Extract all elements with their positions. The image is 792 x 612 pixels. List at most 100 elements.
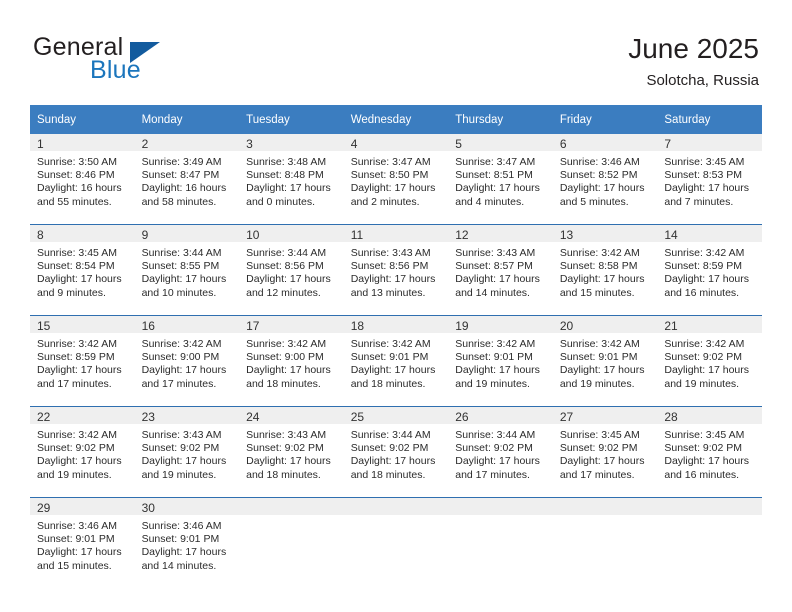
calendar-day-cell[interactable]: 18 Sunrise: 3:42 AM Sunset: 9:01 PM Dayligh… (343, 315, 449, 396)
day-details (553, 515, 658, 578)
calendar-day-cell[interactable]: 3 Sunrise: 3:48 AM Sunset: 8:48 PM Daylight… (239, 134, 344, 214)
calendar-day-cell[interactable]: 21 Sunrise: 3:42 AM Sunset: 9:02 PM Dayligh… (657, 315, 762, 396)
calendar-week-row: 8 Sunrise: 3:45 AM Sunset: 8:54 PM Daylight… (30, 224, 762, 305)
daylight-duration-line1: Daylight: 17 hours (246, 364, 331, 377)
sunrise-time: Sunrise: 3:44 AM (141, 247, 222, 259)
sunset-time: Sunset: 8:54 PM (37, 260, 115, 273)
sunset-time: Sunset: 8:53 PM (664, 169, 743, 182)
calendar-day-cell[interactable]: 28 Sunrise: 3:45 AM Sunset: 9:02 PM Dayligh… (657, 406, 762, 487)
daylight-duration-line2: and 16 minutes. (664, 468, 740, 481)
calendar-day-cell[interactable]: 22 Sunrise: 3:42 AM Sunset: 9:02 PM Dayligh… (30, 406, 135, 487)
calendar-day-cell[interactable]: 19 Sunrise: 3:42 AM Sunset: 9:01 PM Dayligh… (448, 315, 553, 396)
calendar-day-cell[interactable]: 10 Sunrise: 3:44 AM Sunset: 8:56 PM Dayligh… (239, 224, 344, 305)
sunset-time: Sunset: 9:02 PM (559, 442, 638, 455)
calendar-day-cell[interactable]: 5 Sunrise: 3:47 AM Sunset: 8:51 PM Daylight… (448, 134, 553, 214)
day-details: Sunrise: 3:42 AM Sunset: 9:01 PM Daylight:… (344, 333, 449, 396)
daylight-duration-line1: Daylight: 17 hours (559, 182, 645, 195)
daylight-duration-line2: and 17 minutes. (559, 468, 635, 481)
calendar-day-cell-empty (552, 497, 658, 578)
week-spacer-cell (30, 487, 762, 498)
day-number (343, 498, 449, 515)
daylight-duration-line1: Daylight: 17 hours (350, 364, 436, 377)
day-details: Sunrise: 3:42 AM Sunset: 9:00 PM Daylight:… (239, 333, 344, 396)
day-details: Sunrise: 3:45 AM Sunset: 9:02 PM Daylight:… (553, 424, 658, 487)
calendar-day-cell[interactable]: 13 Sunrise: 3:42 AM Sunset: 8:58 PM Dayligh… (552, 224, 658, 305)
day-details: Sunrise: 3:49 AM Sunset: 8:47 PM Daylight:… (135, 151, 240, 214)
week-spacer (30, 487, 762, 498)
brand-logo[interactable]: General Blue (33, 33, 243, 89)
daylight-duration-line1: Daylight: 17 hours (246, 273, 331, 286)
sunset-time: Sunset: 9:00 PM (141, 351, 220, 364)
calendar-day-cell[interactable]: 16 Sunrise: 3:42 AM Sunset: 9:00 PM Dayligh… (134, 315, 240, 396)
daylight-duration-line2: and 16 minutes. (664, 286, 740, 299)
daylight-duration-line1: Daylight: 17 hours (350, 455, 436, 468)
calendar-day-cell[interactable]: 29 Sunrise: 3:46 AM Sunset: 9:01 PM Dayligh… (30, 497, 135, 578)
day-details: Sunrise: 3:42 AM Sunset: 9:02 PM Daylight:… (657, 333, 762, 396)
daylight-duration-line1: Daylight: 17 hours (350, 273, 436, 286)
calendar-day-cell[interactable]: 14 Sunrise: 3:42 AM Sunset: 8:59 PM Dayligh… (657, 224, 762, 305)
sunset-time: Sunset: 9:02 PM (455, 442, 533, 455)
sunrise-time: Sunrise: 3:42 AM (37, 338, 117, 350)
calendar-day-cell[interactable]: 12 Sunrise: 3:43 AM Sunset: 8:57 PM Dayligh… (448, 224, 553, 305)
daylight-duration-line2: and 55 minutes. (37, 195, 112, 208)
day-details: Sunrise: 3:45 AM Sunset: 9:02 PM Daylight:… (657, 424, 762, 487)
daylight-duration-line1: Daylight: 17 hours (246, 182, 331, 195)
calendar-grid: Sunday Monday Tuesday Wednesday Thursday… (30, 105, 762, 578)
calendar-day-cell[interactable]: 15 Sunrise: 3:42 AM Sunset: 8:59 PM Dayligh… (30, 315, 135, 396)
calendar-day-cell[interactable]: 26 Sunrise: 3:44 AM Sunset: 9:02 PM Dayligh… (448, 406, 553, 487)
sunset-time: Sunset: 8:46 PM (37, 169, 115, 182)
weekday-header-saturday: Saturday (657, 105, 762, 134)
daylight-duration-line2: and 15 minutes. (559, 286, 635, 299)
calendar-day-cell[interactable]: 4 Sunrise: 3:47 AM Sunset: 8:50 PM Daylight… (343, 134, 449, 214)
day-number: 4 (343, 134, 449, 151)
calendar-day-cell[interactable]: 9 Sunrise: 3:44 AM Sunset: 8:55 PM Daylight… (134, 224, 240, 305)
day-details: Sunrise: 3:46 AM Sunset: 9:01 PM Daylight:… (135, 515, 240, 578)
sunset-time: Sunset: 8:56 PM (246, 260, 324, 273)
day-details (448, 515, 553, 578)
day-number: 29 (30, 498, 135, 515)
calendar-day-cell[interactable]: 6 Sunrise: 3:46 AM Sunset: 8:52 PM Daylight… (552, 134, 658, 214)
daylight-duration-line1: Daylight: 17 hours (350, 182, 436, 195)
brand-name-blue: Blue (90, 56, 141, 84)
calendar-day-cell[interactable]: 20 Sunrise: 3:42 AM Sunset: 9:01 PM Dayligh… (552, 315, 658, 396)
daylight-duration-line2: and 5 minutes. (559, 195, 629, 208)
calendar-day-cell[interactable]: 11 Sunrise: 3:43 AM Sunset: 8:56 PM Dayligh… (343, 224, 449, 305)
calendar-day-cell-empty (239, 497, 344, 578)
day-number: 20 (552, 316, 658, 333)
sunset-time: Sunset: 8:58 PM (559, 260, 638, 273)
sunset-time: Sunset: 9:02 PM (664, 351, 743, 364)
sunset-time: Sunset: 9:01 PM (455, 351, 533, 364)
daylight-duration-line1: Daylight: 17 hours (559, 364, 645, 377)
calendar-day-cell[interactable]: 1 Sunrise: 3:50 AM Sunset: 8:46 PM Daylight… (30, 134, 135, 214)
daylight-duration-line1: Daylight: 17 hours (141, 455, 227, 468)
calendar-day-cell[interactable]: 2 Sunrise: 3:49 AM Sunset: 8:47 PM Daylight… (134, 134, 240, 214)
day-number: 6 (552, 134, 658, 151)
day-details: Sunrise: 3:46 AM Sunset: 8:52 PM Daylight:… (553, 151, 658, 214)
day-number: 11 (343, 225, 449, 242)
day-details: Sunrise: 3:43 AM Sunset: 8:57 PM Daylight:… (448, 242, 553, 305)
calendar-day-cell[interactable]: 25 Sunrise: 3:44 AM Sunset: 9:02 PM Dayligh… (343, 406, 449, 487)
calendar-day-cell[interactable]: 27 Sunrise: 3:45 AM Sunset: 9:02 PM Dayligh… (552, 406, 658, 487)
calendar-day-cell[interactable]: 30 Sunrise: 3:46 AM Sunset: 9:01 PM Dayligh… (134, 497, 240, 578)
sunrise-time: Sunrise: 3:46 AM (559, 156, 640, 168)
day-number (448, 498, 553, 515)
calendar-day-cell[interactable]: 24 Sunrise: 3:43 AM Sunset: 9:02 PM Dayligh… (239, 406, 344, 487)
sunrise-time: Sunrise: 3:50 AM (37, 156, 117, 168)
daylight-duration-line2: and 14 minutes. (141, 559, 217, 572)
daylight-duration-line1: Daylight: 17 hours (455, 364, 540, 377)
sunset-time: Sunset: 9:02 PM (350, 442, 429, 455)
weekday-header-thursday: Thursday (448, 105, 553, 134)
calendar-day-cell[interactable]: 23 Sunrise: 3:43 AM Sunset: 9:02 PM Dayligh… (134, 406, 240, 487)
day-number: 28 (657, 407, 762, 424)
sunset-time: Sunset: 8:59 PM (37, 351, 115, 364)
day-number: 12 (448, 225, 553, 242)
calendar-week-row: 1 Sunrise: 3:50 AM Sunset: 8:46 PM Daylight… (30, 134, 762, 214)
sunrise-time: Sunrise: 3:46 AM (141, 520, 222, 532)
sunset-time: Sunset: 9:02 PM (246, 442, 324, 455)
week-spacer-cell (30, 396, 762, 407)
calendar-day-cell[interactable]: 8 Sunrise: 3:45 AM Sunset: 8:54 PM Daylight… (30, 224, 135, 305)
daylight-duration-line1: Daylight: 17 hours (37, 455, 122, 468)
daylight-duration-line2: and 18 minutes. (246, 468, 321, 481)
calendar-day-cell[interactable]: 17 Sunrise: 3:42 AM Sunset: 9:00 PM Dayligh… (239, 315, 344, 396)
calendar-day-cell[interactable]: 7 Sunrise: 3:45 AM Sunset: 8:53 PM Daylight… (657, 134, 762, 214)
